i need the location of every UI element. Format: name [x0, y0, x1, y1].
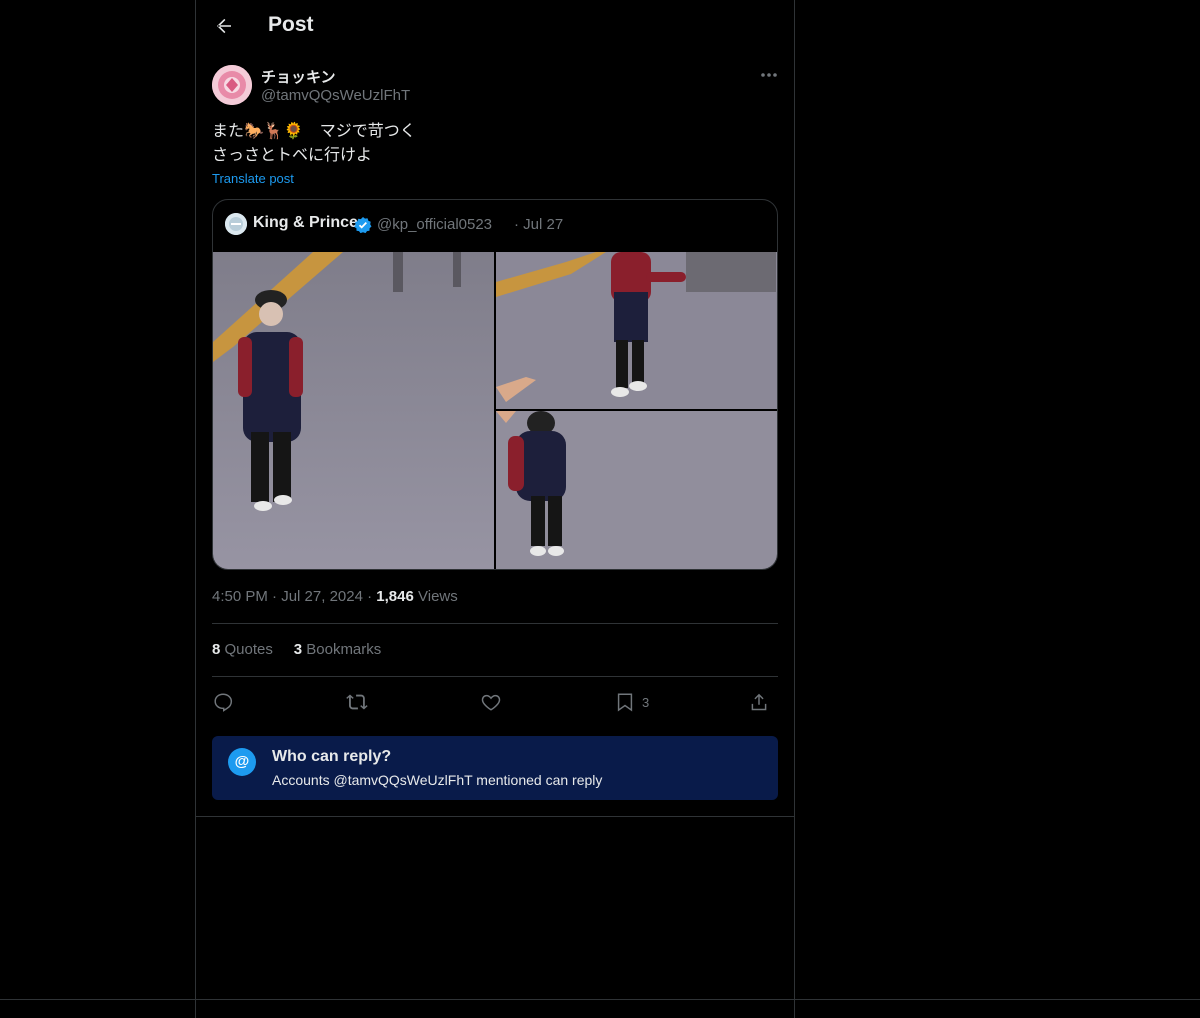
more-options-button[interactable] — [758, 66, 780, 84]
author-name[interactable]: チョッキン — [261, 66, 336, 87]
share-icon — [751, 693, 767, 711]
quoted-author-handle: @kp_official0523 — [377, 216, 493, 233]
quoted-author-name: King & Prince — [253, 214, 358, 231]
page-title: Post — [268, 13, 314, 36]
quoted-post[interactable]: King & Prince @kp_official0523 · Jul 27 — [212, 199, 778, 570]
views-count: 1,846 — [376, 588, 414, 605]
post-date[interactable]: Jul 27, 2024 — [281, 588, 363, 605]
action-bar: 3 — [212, 688, 778, 716]
views-label: Views — [418, 588, 458, 605]
quoted-author-avatar — [225, 213, 247, 235]
divider — [196, 816, 794, 817]
author-avatar[interactable] — [212, 65, 252, 105]
bookmark-icon — [617, 693, 633, 712]
bookmark-count: 3 — [642, 694, 650, 710]
divider — [0, 999, 1200, 1000]
heart-icon — [481, 694, 501, 711]
verified-badge-icon — [354, 216, 372, 234]
back-button[interactable] — [212, 14, 236, 38]
repost-button[interactable] — [346, 688, 368, 716]
divider — [212, 676, 778, 677]
who-can-reply-banner: @ Who can reply? Accounts @tamvQQsWeUzlF… — [212, 736, 778, 800]
who-can-reply-title: Who can reply? — [272, 748, 392, 765]
post-text-line-2: さっさとトベに行けよ — [212, 147, 373, 164]
post-meta: 4:50 PM · Jul 27, 2024 · 1,846 Views — [212, 588, 458, 605]
share-button[interactable] — [748, 688, 770, 716]
more-dots-icon — [761, 73, 777, 77]
quoted-image-2[interactable] — [496, 252, 777, 409]
arrow-left-icon — [217, 18, 231, 34]
bookmark-button[interactable]: 3 — [614, 688, 649, 716]
page-header: Post — [196, 0, 794, 54]
translate-post-link[interactable]: Translate post — [212, 171, 294, 186]
post-text-line-1: また🐎🦌🌻 マジで苛つく — [212, 123, 416, 140]
repost-icon — [346, 694, 368, 710]
reply-icon — [214, 693, 233, 712]
at-icon: @ — [228, 748, 256, 776]
quoted-image-3[interactable] — [496, 411, 777, 569]
quoted-image-1[interactable] — [213, 252, 494, 569]
divider — [212, 623, 778, 624]
primary-column: Post チョッキン @tamvQQsWeUzlFhT また🐎🦌🌻 マジで苛つく… — [195, 0, 795, 1018]
bookmarks-stat[interactable]: 3 Bookmarks — [294, 641, 382, 658]
quotes-stat[interactable]: 8 Quotes — [212, 641, 273, 658]
post-stats: 8 Quotes 3 Bookmarks — [212, 641, 381, 658]
reply-button[interactable] — [212, 688, 234, 716]
author-handle[interactable]: @tamvQQsWeUzlFhT — [261, 87, 410, 104]
post-time[interactable]: 4:50 PM — [212, 588, 268, 605]
like-button[interactable] — [480, 688, 502, 716]
quoted-date: · Jul 27 — [514, 216, 564, 233]
who-can-reply-subtitle: Accounts @tamvQQsWeUzlFhT mentioned can … — [272, 772, 603, 788]
post-text: また🐎🦌🌻 マジで苛つく さっさとトベに行けよ — [212, 120, 416, 168]
